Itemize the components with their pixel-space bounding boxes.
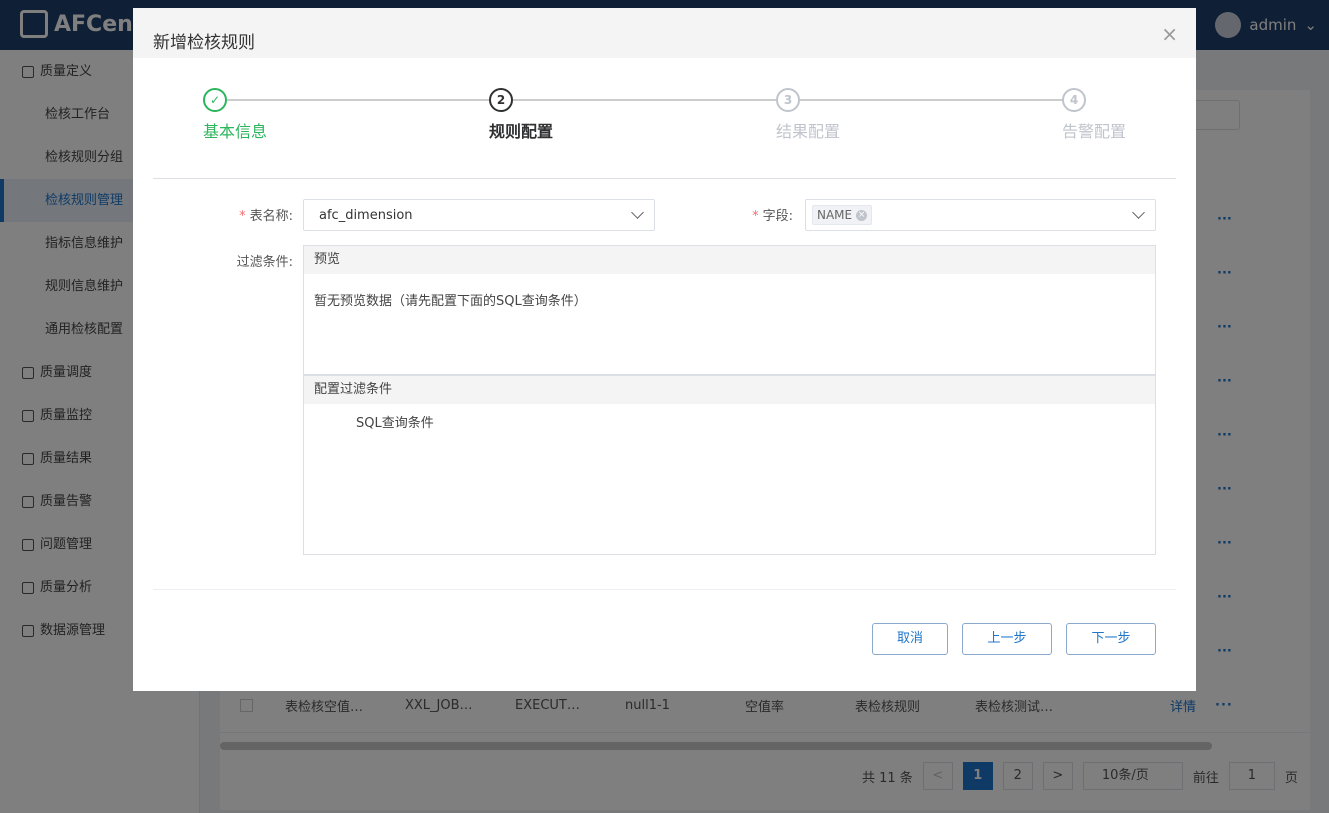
preview-empty-text: 暂无预览数据（请先配置下面的SQL查询条件） — [314, 294, 587, 309]
field-tag-label: NAME — [817, 208, 853, 222]
step-number: 2 — [489, 88, 513, 112]
add-rule-dialog: 新增检核规则 × ✓ 基本信息 2 规则配置 3 结果配置 4 告警配置 * 表名… — [133, 8, 1196, 691]
dialog-title: 新增检核规则 — [153, 33, 255, 53]
step-alert-config: 4 告警配置 — [1062, 88, 1126, 142]
field-select[interactable]: NAME × — [805, 199, 1156, 231]
step-label: 基本信息 — [203, 122, 268, 141]
table-name-label: * 表名称: — [239, 209, 293, 224]
filter-config-panel: 配置过滤条件 SQL查询条件 — [303, 375, 1156, 555]
filter-config-header: 配置过滤条件 — [304, 376, 1155, 404]
table-name-value: afc_dimension — [319, 207, 413, 223]
close-icon[interactable]: × — [1161, 22, 1178, 46]
field-label: * 字段: — [752, 209, 793, 224]
divider — [153, 589, 1176, 590]
divider — [153, 178, 1176, 179]
chevron-down-icon — [1132, 206, 1145, 219]
step-number: 3 — [776, 88, 800, 112]
step-label: 规则配置 — [489, 122, 554, 141]
filter-label: 过滤条件: — [236, 255, 293, 270]
step-rule-config: 2 规则配置 — [489, 88, 553, 142]
chevron-down-icon — [631, 206, 644, 219]
step-basic-info: ✓ 基本信息 — [203, 88, 267, 142]
step-result-config: 3 结果配置 — [776, 88, 840, 142]
preview-header: 预览 — [304, 246, 1155, 274]
step-label: 结果配置 — [776, 122, 841, 141]
table-name-select[interactable]: afc_dimension — [303, 199, 655, 231]
next-step-button[interactable]: 下一步 — [1066, 623, 1156, 655]
step-label: 告警配置 — [1062, 122, 1127, 141]
step-indicator: ✓ 基本信息 2 规则配置 3 结果配置 4 告警配置 — [203, 88, 1126, 148]
cancel-button[interactable]: 取消 — [872, 623, 948, 655]
prev-step-button[interactable]: 上一步 — [962, 623, 1052, 655]
remove-tag-icon[interactable]: × — [856, 209, 868, 221]
check-icon: ✓ — [203, 88, 227, 112]
dialog-header: 新增检核规则 × — [133, 8, 1196, 58]
preview-panel: 预览 暂无预览数据（请先配置下面的SQL查询条件） — [303, 245, 1156, 375]
field-tag: NAME × — [812, 205, 873, 225]
sql-condition-input[interactable]: SQL查询条件 — [304, 404, 1155, 447]
step-number: 4 — [1062, 88, 1086, 112]
